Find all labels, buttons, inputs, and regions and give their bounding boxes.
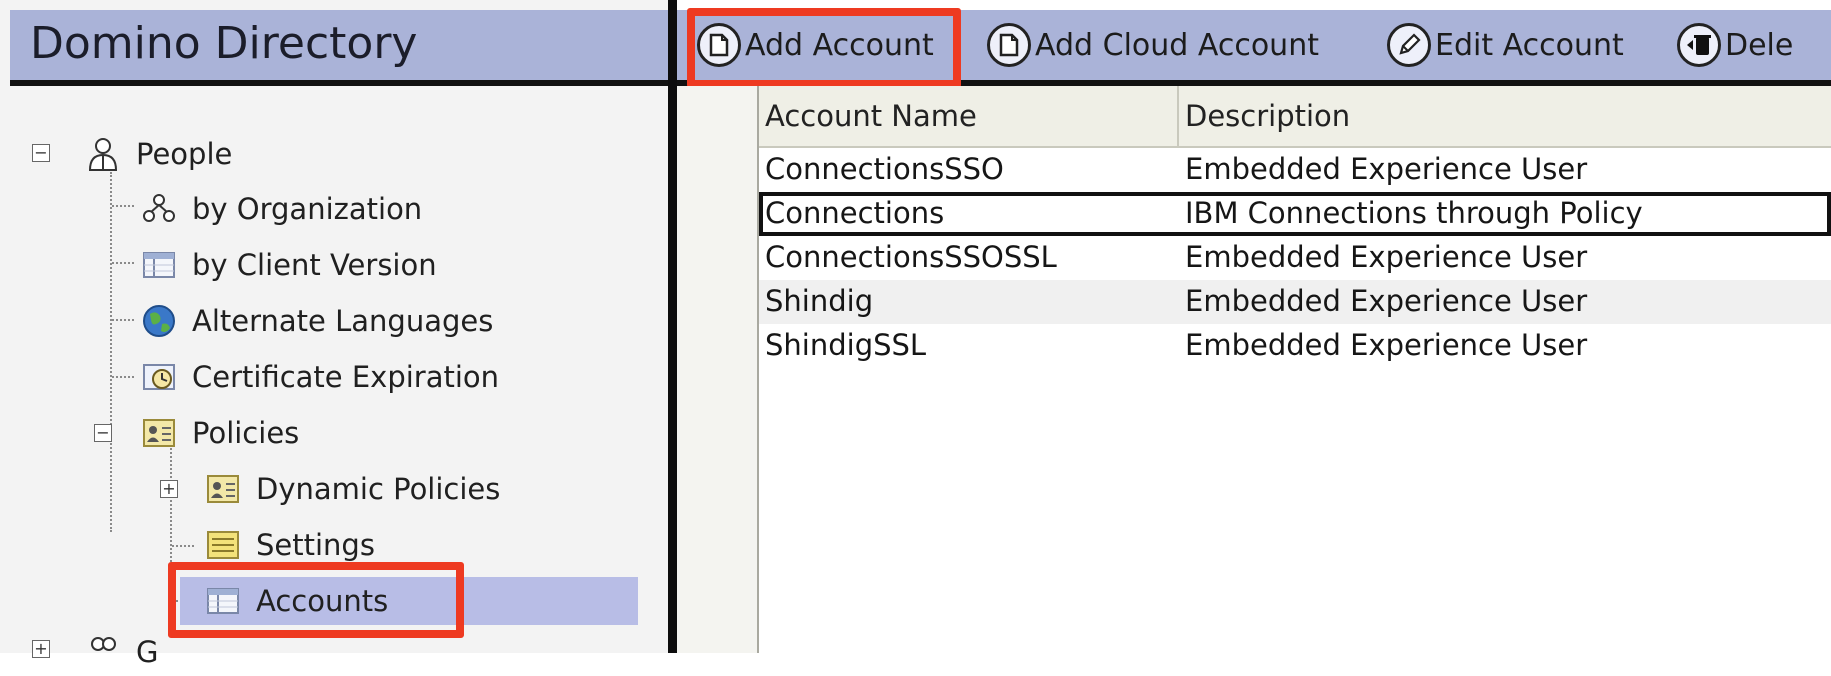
- add-cloud-account-label: Add Cloud Account: [1035, 27, 1319, 63]
- edit-account-label: Edit Account: [1435, 27, 1624, 63]
- tree-node-label: Certificate Expiration: [192, 360, 500, 394]
- delete-label: Dele: [1725, 27, 1794, 63]
- tree-node-policies[interactable]: Policies: [140, 409, 299, 457]
- tree-node-by-client-version[interactable]: by Client Version: [140, 241, 437, 289]
- tree-line: [112, 262, 134, 264]
- table-row[interactable]: Connections IBM Connections through Poli…: [759, 192, 1831, 236]
- tree-node-certificate-expiration[interactable]: Certificate Expiration: [140, 353, 499, 401]
- column-header-account-name[interactable]: Account Name: [759, 86, 1179, 146]
- add-account-highlight-box: [687, 8, 961, 88]
- column-header-description[interactable]: Description: [1179, 86, 1831, 146]
- tree-line: [112, 376, 134, 378]
- groups-expand-toggle[interactable]: +: [32, 640, 50, 658]
- tree-node-label: People: [136, 137, 233, 171]
- tree-node-label: by Client Version: [192, 248, 437, 282]
- tree-node-label: Dynamic Policies: [256, 472, 501, 506]
- pane-splitter[interactable]: [668, 0, 677, 653]
- tree-node-label: Alternate Languages: [192, 304, 494, 338]
- delete-icon: [1677, 23, 1721, 67]
- account-name-cell: ConnectionsSSO: [765, 152, 1004, 186]
- tree-line: [112, 319, 134, 321]
- description-cell: Embedded Experience User: [1185, 328, 1588, 362]
- account-name-cell: Connections: [765, 196, 945, 230]
- table-row[interactable]: ShindigSSL Embedded Experience User: [759, 324, 1831, 368]
- edit-account-button[interactable]: Edit Account: [1387, 18, 1624, 72]
- navigator-header: Domino Directory: [10, 10, 668, 86]
- tree-node-alternate-languages[interactable]: Alternate Languages: [140, 297, 493, 345]
- account-name-cell: ConnectionsSSOSSL: [765, 240, 1057, 274]
- policy-icon: [204, 472, 242, 506]
- tree-node-people[interactable]: People: [84, 130, 232, 178]
- table-row[interactable]: Shindig Embedded Experience User: [759, 280, 1831, 324]
- database-title: Domino Directory: [30, 18, 418, 69]
- policy-icon: [140, 416, 178, 450]
- people-collapse-toggle[interactable]: −: [32, 144, 50, 162]
- navigator-pane: Domino Directory − People by Organizatio…: [0, 0, 668, 669]
- view-icon: [140, 248, 178, 282]
- tree-line: [112, 205, 134, 207]
- tree-node-label: G: [136, 635, 159, 669]
- globe-icon: [140, 304, 178, 338]
- description-cell: Embedded Experience User: [1185, 284, 1588, 318]
- group-icon: [84, 635, 122, 669]
- column-header-row: Account Name Description: [759, 86, 1831, 148]
- view-pane: Add Account Add Cloud Account Edit Accou…: [677, 0, 1831, 653]
- policies-collapse-toggle[interactable]: −: [94, 424, 112, 442]
- account-name-cell: ShindigSSL: [765, 328, 927, 362]
- selection-margin[interactable]: [677, 86, 759, 653]
- certificate-clock-icon: [140, 360, 178, 394]
- description-cell: IBM Connections through Policy: [1185, 196, 1643, 230]
- accounts-view: Account Name Description ConnectionsSSO …: [677, 86, 1831, 653]
- tree-node-groups[interactable]: G: [84, 628, 158, 676]
- accounts-highlight-box: [168, 562, 464, 638]
- tree-line: [172, 545, 194, 547]
- tree-node-label: Policies: [192, 416, 300, 450]
- account-name-cell: Shindig: [765, 284, 874, 318]
- table-row[interactable]: ConnectionsSSOSSL Embedded Experience Us…: [759, 236, 1831, 280]
- dynamic-policies-expand-toggle[interactable]: +: [160, 480, 178, 498]
- pencil-icon: [1387, 23, 1431, 67]
- new-document-icon: [987, 23, 1031, 67]
- tree-node-dynamic-policies[interactable]: Dynamic Policies: [204, 465, 500, 513]
- tree-node-label: Settings: [256, 528, 375, 562]
- organization-icon: [140, 192, 178, 226]
- add-cloud-account-button[interactable]: Add Cloud Account: [987, 18, 1319, 72]
- tree-line: [110, 172, 112, 532]
- settings-document-icon: [204, 528, 242, 562]
- delete-button[interactable]: Dele: [1677, 18, 1793, 72]
- tree-node-by-organization[interactable]: by Organization: [140, 185, 422, 233]
- person-icon: [84, 137, 122, 171]
- table-row[interactable]: ConnectionsSSO Embedded Experience User: [759, 148, 1831, 192]
- description-cell: Embedded Experience User: [1185, 240, 1588, 274]
- description-cell: Embedded Experience User: [1185, 152, 1588, 186]
- tree-node-label: by Organization: [192, 192, 423, 226]
